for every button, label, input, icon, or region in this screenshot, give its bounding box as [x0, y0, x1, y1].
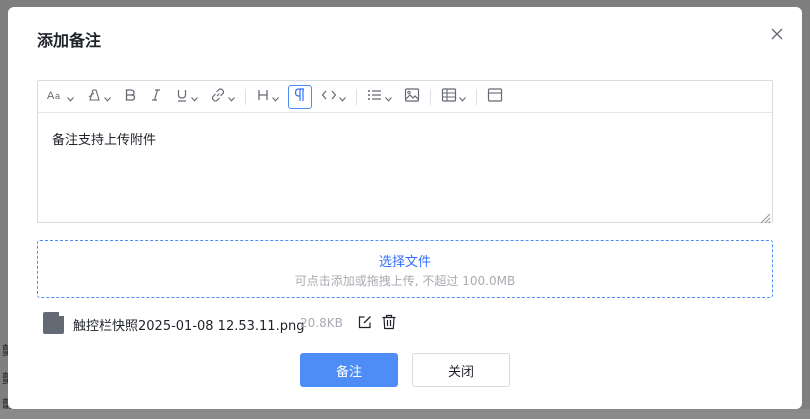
chevron-down-icon — [104, 87, 111, 106]
toolbar-divider — [356, 88, 357, 105]
underline-icon — [175, 87, 189, 106]
editor-toolbar: Aa — [38, 81, 772, 113]
list-icon — [367, 87, 383, 106]
chevron-down-icon — [272, 87, 279, 106]
delete-icon[interactable] — [381, 314, 397, 330]
close-icon[interactable] — [768, 25, 786, 43]
link-button[interactable] — [207, 85, 238, 109]
italic-button[interactable] — [146, 85, 166, 109]
rich-text-editor: Aa 备注支持上传附件 — [37, 80, 773, 224]
background-strip — [0, 409, 810, 419]
image-button[interactable] — [401, 85, 423, 109]
link-icon — [210, 87, 226, 107]
chevron-down-icon — [191, 87, 198, 106]
chevron-down-icon — [385, 87, 392, 106]
font-size-button[interactable]: Aa — [44, 85, 77, 109]
chevron-down-icon — [228, 87, 235, 106]
add-note-dialog: 添加备注 Aa 备注支持上传附件 选择文件 可点击添加或拖拽上传, 不超过 10… — [8, 7, 802, 409]
italic-icon — [149, 87, 163, 106]
bold-icon — [123, 87, 137, 106]
chevron-down-icon — [459, 87, 466, 106]
file-upload-dropzone[interactable]: 选择文件 可点击添加或拖拽上传, 不超过 100.0MB — [37, 240, 773, 298]
attachment-file-size: 20.8KB — [300, 316, 343, 330]
close-button[interactable]: 关闭 — [412, 353, 510, 387]
svg-text:a: a — [55, 91, 60, 101]
underline-button[interactable] — [172, 85, 201, 109]
toolbar-divider — [430, 88, 431, 105]
paragraph-button[interactable] — [288, 84, 312, 109]
text-color-icon — [86, 87, 102, 107]
font-size-icon: Aa — [47, 87, 65, 106]
toolbar-divider — [476, 88, 477, 105]
heading-button[interactable] — [253, 85, 282, 109]
table-icon — [441, 87, 457, 107]
chevron-down-icon — [339, 87, 346, 106]
code-icon — [321, 87, 337, 106]
attachment-file-name[interactable]: 触控栏快照2025-01-08 12.53.11.png — [73, 315, 304, 334]
image-icon — [404, 87, 420, 107]
paragraph-icon — [294, 87, 306, 106]
dialog-title: 添加备注 — [37, 31, 102, 50]
svg-text:A: A — [47, 90, 55, 102]
attachment-item: 触控栏快照2025-01-08 12.53.11.png 20.8KB — [41, 311, 461, 335]
file-icon — [41, 311, 65, 335]
edit-icon[interactable] — [357, 314, 373, 330]
toolbar-divider — [245, 88, 246, 105]
code-button[interactable] — [318, 85, 349, 109]
block-icon — [487, 87, 503, 107]
heading-icon — [256, 87, 270, 106]
list-button[interactable] — [364, 85, 395, 109]
submit-note-button[interactable]: 备注 — [300, 353, 398, 387]
chevron-down-icon — [67, 87, 74, 106]
table-button[interactable] — [438, 85, 469, 109]
editor-content[interactable]: 备注支持上传附件 — [52, 129, 156, 148]
text-color-button[interactable] — [83, 85, 114, 109]
resize-handle-icon[interactable] — [759, 209, 771, 224]
upload-hint: 可点击添加或拖拽上传, 不超过 100.0MB — [294, 274, 516, 288]
bold-button[interactable] — [120, 85, 140, 109]
block-button[interactable] — [484, 85, 506, 109]
select-file-link[interactable]: 选择文件 — [38, 251, 772, 270]
